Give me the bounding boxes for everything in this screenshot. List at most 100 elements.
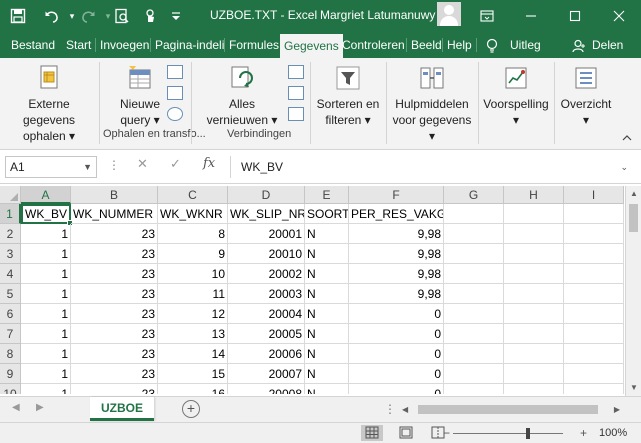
recent-sources-icon[interactable] (167, 107, 183, 121)
cell-h9[interactable] (504, 364, 564, 384)
name-box[interactable]: A1 ▼ (5, 156, 97, 178)
prev-sheet-icon[interactable]: ◀ (12, 402, 20, 413)
zoom-level[interactable]: 100% (599, 427, 627, 439)
tab-file[interactable]: Bestand (11, 32, 55, 58)
tell-me-button[interactable]: Uitleg (510, 32, 541, 58)
cell-i9[interactable] (564, 364, 624, 384)
from-table-icon[interactable] (167, 86, 183, 100)
get-external-data-button[interactable]: Externe gegevens ophalen ▾ (4, 64, 94, 144)
column-header-i[interactable]: I (564, 186, 624, 204)
cell-e7[interactable]: N (305, 324, 349, 344)
cell-i1[interactable] (564, 204, 624, 224)
zoom-in-button[interactable]: + (580, 426, 587, 440)
row-header-7[interactable]: 7 (0, 324, 21, 344)
redo-icon[interactable] (78, 6, 98, 26)
name-box-dropdown-icon[interactable]: ▼ (83, 157, 92, 177)
tab-data[interactable]: Gegevens (280, 34, 343, 58)
cell-b4[interactable]: 23 (71, 264, 158, 284)
cell-b8[interactable]: 23 (71, 344, 158, 364)
sheet-tab-uzboe[interactable]: UZBOE (90, 397, 154, 421)
cell-e10[interactable]: N (305, 384, 349, 394)
cell-h6[interactable] (504, 304, 564, 324)
cell-h10[interactable] (504, 384, 564, 394)
cell-i4[interactable] (564, 264, 624, 284)
add-sheet-button[interactable]: + (182, 400, 200, 418)
restore-icon[interactable] (553, 0, 597, 32)
column-header-f[interactable]: F (349, 186, 444, 204)
cell-b5[interactable]: 23 (71, 284, 158, 304)
properties-icon[interactable] (288, 86, 304, 100)
cell-d8[interactable]: 20006 (228, 344, 305, 364)
cell-e9[interactable]: N (305, 364, 349, 384)
vertical-scrollbar[interactable]: ▲ ▼ (625, 186, 641, 396)
cell-f6[interactable]: 0 (349, 304, 444, 324)
cell-c5[interactable]: 11 (158, 284, 228, 304)
cell-i7[interactable] (564, 324, 624, 344)
normal-view-button[interactable] (361, 425, 383, 441)
edit-links-icon[interactable] (288, 107, 304, 121)
cell-i2[interactable] (564, 224, 624, 244)
cell-g1[interactable] (444, 204, 504, 224)
data-tools-button[interactable]: Hulpmiddelen voor gegevens ▾ (389, 64, 475, 144)
share-icon[interactable] (572, 32, 586, 58)
cell-g3[interactable] (444, 244, 504, 264)
column-header-c[interactable]: C (158, 186, 228, 204)
cell-c6[interactable]: 12 (158, 304, 228, 324)
touch-mode-icon[interactable] (140, 6, 160, 26)
cell-e2[interactable]: N (305, 224, 349, 244)
cell-i6[interactable] (564, 304, 624, 324)
cell-g6[interactable] (444, 304, 504, 324)
horizontal-scroll-thumb[interactable] (418, 405, 598, 414)
cell-a5[interactable]: 1 (21, 284, 71, 304)
column-header-a[interactable]: A (21, 186, 71, 204)
cell-e6[interactable]: N (305, 304, 349, 324)
cell-d7[interactable]: 20005 (228, 324, 305, 344)
cell-h4[interactable] (504, 264, 564, 284)
scroll-up-icon[interactable]: ▲ (626, 186, 641, 202)
cell-e1[interactable]: SOORT (305, 204, 349, 224)
row-header-1[interactable]: 1 (0, 204, 21, 224)
cell-i8[interactable] (564, 344, 624, 364)
customize-icon[interactable] (166, 6, 186, 26)
cell-i5[interactable] (564, 284, 624, 304)
ribbon-display-icon[interactable] (465, 0, 509, 32)
tab-review[interactable]: Controleren (342, 32, 405, 58)
close-icon[interactable] (597, 0, 641, 32)
enter-icon[interactable]: ✓ (170, 156, 181, 172)
cell-b6[interactable]: 23 (71, 304, 158, 324)
cell-e5[interactable]: N (305, 284, 349, 304)
print-preview-icon[interactable] (112, 6, 132, 26)
vertical-scroll-thumb[interactable] (629, 204, 638, 232)
cell-f8[interactable]: 0 (349, 344, 444, 364)
cell-b1[interactable]: WK_NUMMER (71, 204, 158, 224)
cell-b3[interactable]: 23 (71, 244, 158, 264)
refresh-all-button[interactable]: Alles vernieuwen ▾ (204, 64, 280, 128)
cell-b2[interactable]: 23 (71, 224, 158, 244)
spreadsheet-grid[interactable]: A B C D E F G H I 1 WK_BV WK_NUMMER WK_WKNR WK_SLIP_N… (0, 186, 625, 394)
cell-f1[interactable]: PER_RES_VAKG (349, 204, 444, 224)
sort-filter-button[interactable]: Sorteren en filteren ▾ (314, 64, 382, 128)
scroll-right-icon[interactable]: ▶ (614, 402, 620, 417)
cell-d4[interactable]: 20002 (228, 264, 305, 284)
cell-b10[interactable]: 23 (71, 384, 158, 394)
tab-split-handle[interactable]: ⋮ (384, 402, 396, 416)
cell-d1[interactable]: WK_SLIP_NR (228, 204, 305, 224)
zoom-out-button[interactable]: − (443, 426, 450, 440)
cell-g2[interactable] (444, 224, 504, 244)
tab-view[interactable]: Beeld (411, 32, 442, 58)
cell-g9[interactable] (444, 364, 504, 384)
cell-d6[interactable]: 20004 (228, 304, 305, 324)
cell-h1[interactable] (504, 204, 564, 224)
row-header-8[interactable]: 8 (0, 344, 21, 364)
select-all-button[interactable] (0, 186, 21, 204)
cell-g4[interactable] (444, 264, 504, 284)
cell-d3[interactable]: 20010 (228, 244, 305, 264)
expand-formula-icon[interactable]: ⌄ (620, 156, 628, 178)
cell-f10[interactable]: 0 (349, 384, 444, 394)
tab-page-layout[interactable]: Pagina-indeli (155, 32, 224, 58)
cell-e3[interactable]: N (305, 244, 349, 264)
cell-d9[interactable]: 20007 (228, 364, 305, 384)
cell-c4[interactable]: 10 (158, 264, 228, 284)
cell-i3[interactable] (564, 244, 624, 264)
column-header-g[interactable]: G (444, 186, 504, 204)
